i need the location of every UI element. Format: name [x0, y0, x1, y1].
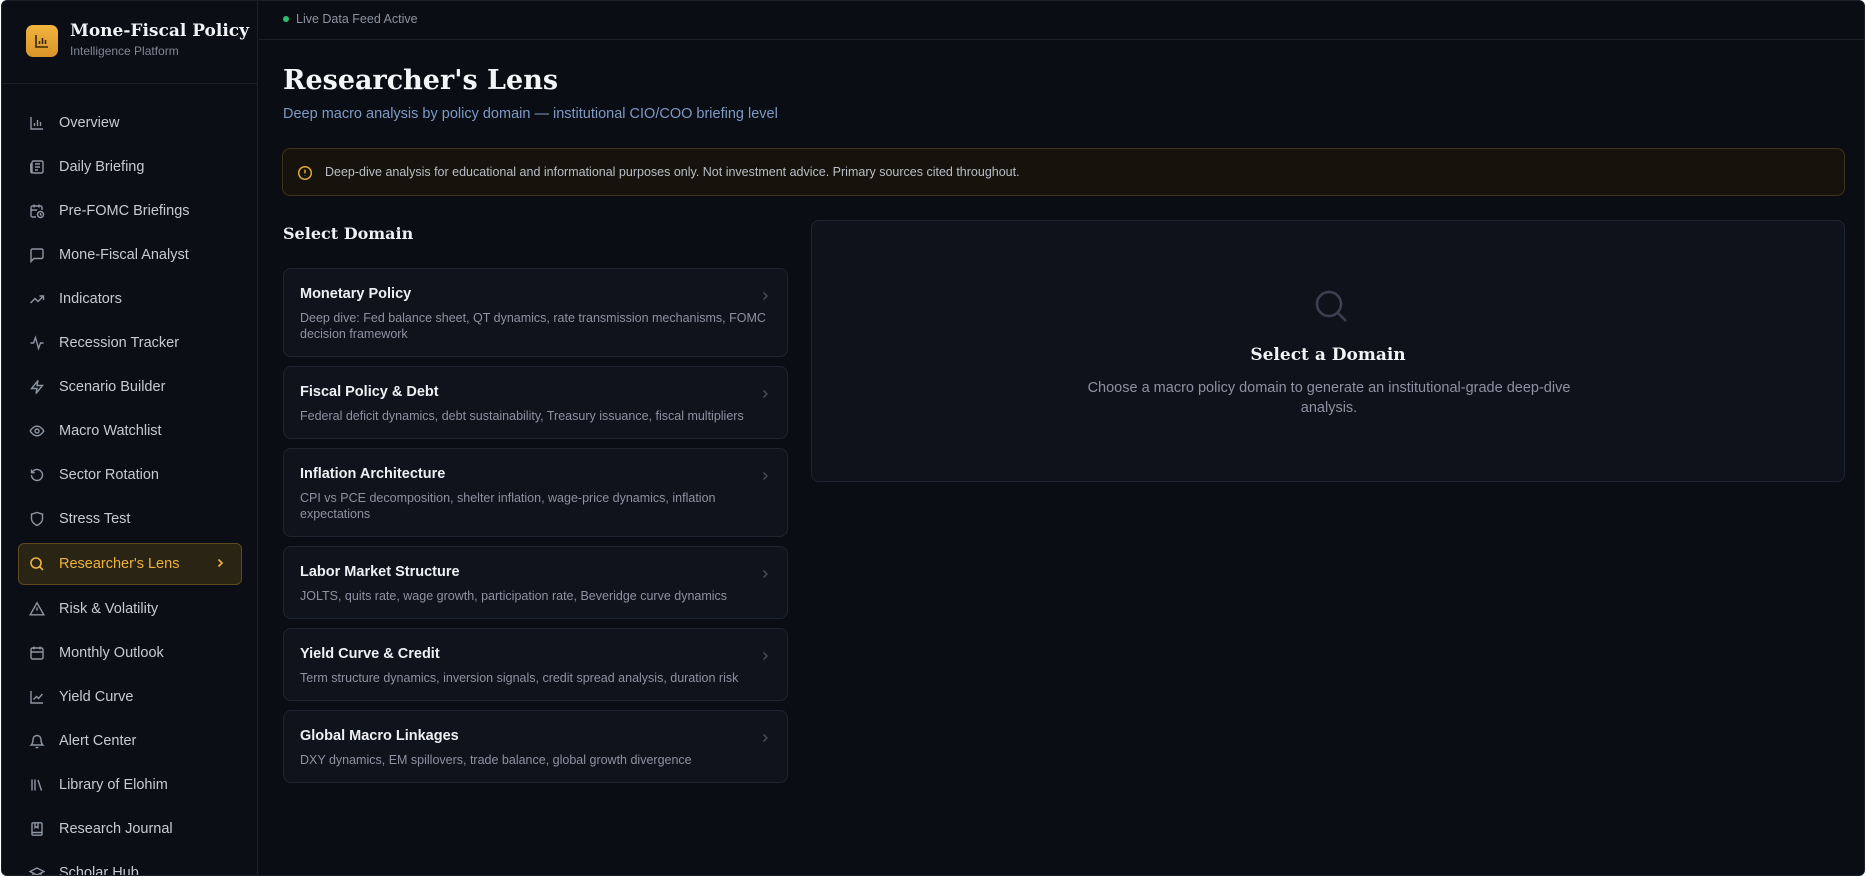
domain-card-global-macro-linkages[interactable]: Global Macro Linkages DXY dynamics, EM s… — [283, 710, 788, 783]
zap-icon — [29, 379, 45, 395]
domain-card-fiscal-policy-debt[interactable]: Fiscal Policy & Debt Federal deficit dyn… — [283, 366, 788, 439]
rotate-icon — [29, 467, 45, 483]
sidebar-item-yield-curve[interactable]: Yield Curve — [18, 675, 242, 719]
sidebar-item-mone-fiscal-analyst[interactable]: Mone-Fiscal Analyst — [18, 233, 242, 277]
section-title: Select Domain — [283, 224, 414, 243]
domain-name: Monetary Policy — [300, 286, 412, 302]
sidebar-item-label: Macro Watchlist — [59, 423, 162, 439]
sidebar-item-monthly-outlook[interactable]: Monthly Outlook — [18, 631, 242, 675]
brand-subtitle: Intelligence Platform — [70, 44, 179, 58]
sidebar: Mone-Fiscal Policy Intelligence Platform… — [2, 1, 258, 875]
sidebar-item-label: Stress Test — [59, 511, 131, 527]
sidebar-item-label: Scenario Builder — [59, 379, 166, 395]
domain-description: DXY dynamics, EM spillovers, trade balan… — [300, 753, 692, 767]
sidebar-item-label: Scholar Hub — [59, 865, 139, 876]
app-window: Mone-Fiscal Policy Intelligence Platform… — [1, 0, 1865, 876]
sidebar-item-label: Risk & Volatility — [59, 601, 159, 617]
disclaimer-banner: Deep-dive analysis for educational and i… — [282, 148, 1845, 196]
status-indicator — [283, 16, 289, 22]
sidebar-item-label: Daily Briefing — [59, 159, 145, 175]
sidebar-item-label: Alert Center — [59, 733, 137, 749]
sidebar-item-scenario-builder[interactable]: Scenario Builder — [18, 365, 242, 409]
chevron-right-icon — [759, 567, 771, 579]
domain-card-labor-market-structure[interactable]: Labor Market Structure JOLTS, quits rate… — [283, 546, 788, 619]
domain-description: Deep dive: Fed balance sheet, QT dynamic… — [300, 311, 766, 341]
line-chart-icon — [29, 689, 45, 705]
shield-icon — [29, 511, 45, 527]
domain-card-inflation-architecture[interactable]: Inflation Architecture CPI vs PCE decomp… — [283, 448, 788, 537]
domain-name: Labor Market Structure — [300, 564, 460, 580]
sidebar-item-sector-rotation[interactable]: Sector Rotation — [18, 453, 242, 497]
domain-description: JOLTS, quits rate, wage growth, particip… — [300, 589, 728, 603]
brand-header: Mone-Fiscal Policy Intelligence Platform — [2, 1, 257, 84]
chevron-right-icon — [759, 289, 771, 301]
search-icon — [1312, 287, 1352, 327]
sidebar-item-recession-tracker[interactable]: Recession Tracker — [18, 321, 242, 365]
page-subtitle: Deep macro analysis by policy domain — i… — [283, 106, 778, 122]
sidebar-item-macro-watchlist[interactable]: Macro Watchlist — [18, 409, 242, 453]
domain-name: Inflation Architecture — [300, 466, 446, 482]
calendar-clock-icon — [29, 203, 45, 219]
live-status-text: Live Data Feed Active — [296, 12, 418, 26]
sidebar-item-library-of-elohim[interactable]: Library of Elohim — [18, 763, 242, 807]
sidebar-item-label: Recession Tracker — [59, 335, 180, 351]
sidebar-item-label: Indicators — [59, 291, 122, 307]
library-icon — [29, 777, 45, 793]
sidebar-item-risk-volatility[interactable]: Risk & Volatility — [18, 587, 242, 631]
domain-detail-panel: Select a Domain Choose a macro policy do… — [811, 220, 1845, 482]
graduation-cap-icon — [29, 865, 45, 875]
domain-description: CPI vs PCE decomposition, shelter inflat… — [300, 491, 716, 521]
bar-chart-icon — [29, 115, 45, 131]
eye-icon — [29, 423, 45, 439]
topbar: Live Data Feed Active — [259, 1, 1864, 40]
newspaper-icon — [29, 159, 45, 175]
sidebar-item-label: Monthly Outlook — [59, 645, 164, 661]
sidebar-item-label: Sector Rotation — [59, 467, 159, 483]
sidebar-item-researchers-lens[interactable]: Researcher's Lens — [18, 543, 242, 585]
sidebar-item-label: Library of Elohim — [59, 777, 168, 793]
trending-up-icon — [29, 291, 45, 307]
chevron-right-icon — [759, 387, 771, 399]
info-circle-icon — [297, 165, 313, 181]
chevron-right-icon — [759, 469, 771, 481]
bell-icon — [29, 733, 45, 749]
book-icon — [29, 821, 45, 837]
sidebar-item-label: Overview — [59, 115, 120, 131]
chevron-right-icon — [213, 556, 227, 570]
sidebar-item-alert-center[interactable]: Alert Center — [18, 719, 242, 763]
brand-title: Mone-Fiscal Policy — [70, 21, 250, 41]
sidebar-item-daily-briefing[interactable]: Daily Briefing — [18, 145, 242, 189]
chevron-right-icon — [759, 731, 771, 743]
empty-state-description: Choose a macro policy domain to generate… — [1087, 380, 1571, 416]
page-title: Researcher's Lens — [283, 65, 559, 96]
sidebar-item-label: Pre-FOMC Briefings — [59, 203, 190, 219]
sidebar-item-label: Research Journal — [59, 821, 173, 837]
sidebar-item-overview[interactable]: Overview — [18, 101, 242, 145]
activity-icon — [29, 335, 45, 351]
domain-card-monetary-policy[interactable]: Monetary Policy Deep dive: Fed balance s… — [283, 268, 788, 357]
empty-state-title: Select a Domain — [1250, 345, 1406, 365]
domain-description: Federal deficit dynamics, debt sustainab… — [300, 409, 744, 423]
sidebar-nav: Overview Daily Briefing Pre-FOMC Briefin… — [18, 101, 242, 876]
domain-description: Term structure dynamics, inversion signa… — [300, 671, 739, 685]
sidebar-item-label: Researcher's Lens — [59, 556, 180, 572]
domain-name: Global Macro Linkages — [300, 728, 459, 744]
domain-name: Yield Curve & Credit — [300, 646, 440, 662]
sidebar-item-pre-fomc-briefings[interactable]: Pre-FOMC Briefings — [18, 189, 242, 233]
sidebar-item-scholar-hub[interactable]: Scholar Hub — [18, 851, 242, 876]
domain-name: Fiscal Policy & Debt — [300, 384, 439, 400]
warning-icon — [29, 601, 45, 617]
message-square-icon — [29, 247, 45, 263]
disclaimer-text: Deep-dive analysis for educational and i… — [325, 165, 1020, 179]
domain-card-yield-curve-credit[interactable]: Yield Curve & Credit Term structure dyna… — [283, 628, 788, 701]
sidebar-item-indicators[interactable]: Indicators — [18, 277, 242, 321]
sidebar-item-research-journal[interactable]: Research Journal — [18, 807, 242, 851]
sidebar-item-label: Yield Curve — [59, 689, 134, 705]
sidebar-item-stress-test[interactable]: Stress Test — [18, 497, 242, 541]
chevron-right-icon — [759, 649, 771, 661]
search-icon — [29, 556, 45, 572]
bar-chart-icon — [26, 25, 58, 57]
calendar-icon — [29, 645, 45, 661]
sidebar-item-label: Mone-Fiscal Analyst — [59, 247, 189, 263]
